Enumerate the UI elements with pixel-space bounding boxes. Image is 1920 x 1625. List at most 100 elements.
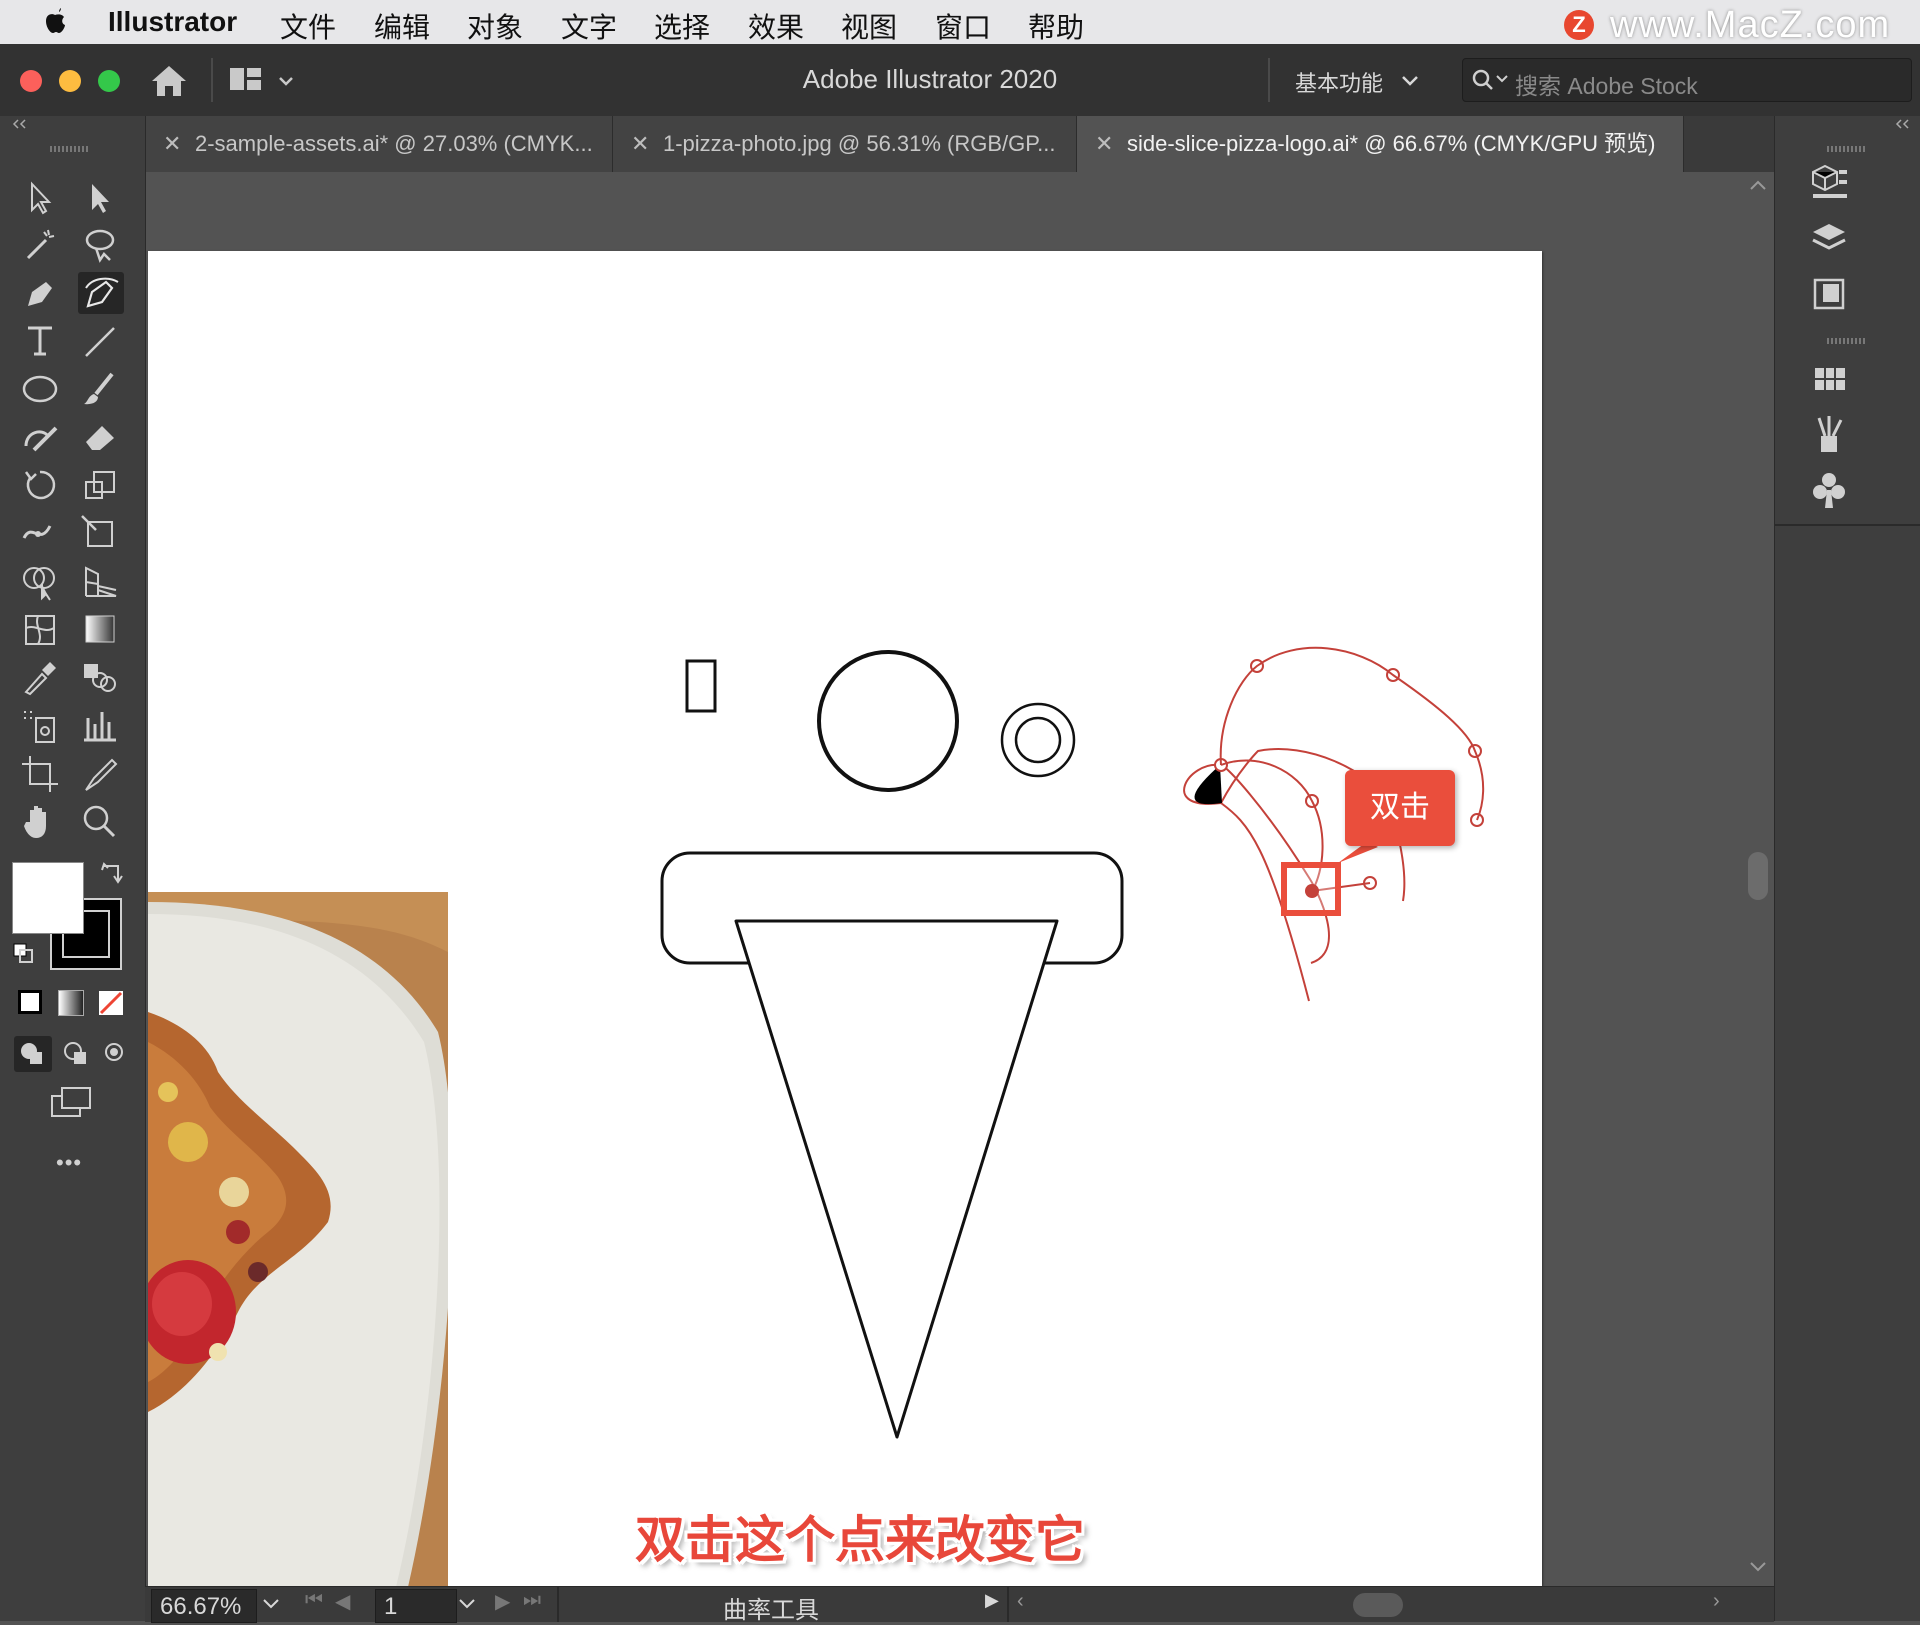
menu-type[interactable]: 文字 [561,6,617,46]
libraries-panel-button[interactable] [1805,272,1857,318]
panel-grip[interactable] [1827,146,1867,152]
ring-outer-shape[interactable] [1000,702,1076,778]
arrange-documents-icon[interactable] [228,64,294,96]
zoom-window-button[interactable] [98,70,120,92]
swap-fill-stroke-icon[interactable] [98,860,124,886]
slice-tool[interactable] [78,752,124,794]
horizontal-scroll-thumb[interactable] [1353,1593,1403,1617]
blend-tool[interactable] [78,656,124,698]
scroll-thumb[interactable] [1748,852,1768,900]
small-rectangle-shape[interactable] [685,659,717,713]
curvature-tool[interactable] [78,272,124,314]
minimize-window-button[interactable] [59,70,81,92]
perspective-grid-tool[interactable] [78,560,124,602]
menu-window[interactable]: 窗口 [935,6,991,46]
panel-grip[interactable] [1827,338,1867,344]
zoom-field[interactable]: 66.67% [151,1589,257,1623]
menubar-app-name[interactable]: Illustrator [108,6,237,38]
pizza-photo-image[interactable] [148,892,448,1587]
close-window-button[interactable] [20,70,42,92]
shaper-tool[interactable] [18,416,64,458]
layers-panel-button[interactable] [1805,216,1857,262]
tab-pizza-photo[interactable]: ✕ 1-pizza-photo.jpg @ 56.31% (RGB/GP... [613,116,1077,172]
pen-tool[interactable] [18,272,64,314]
circle-shape[interactable] [817,650,959,792]
edit-toolbar-button[interactable]: ••• [56,1150,82,1176]
line-segment-tool[interactable] [78,320,124,362]
scroll-down-icon[interactable] [1748,1560,1768,1574]
column-graph-tool[interactable] [78,704,124,746]
rotate-tool[interactable] [18,464,64,506]
current-tool-name[interactable]: 曲率工具 [723,1590,819,1625]
draw-normal-icon [21,1043,42,1064]
panel-grip[interactable] [50,146,90,152]
ring-inner-shape[interactable] [1014,716,1062,764]
menu-help[interactable]: 帮助 [1028,6,1084,46]
direct-selection-tool[interactable] [78,176,124,218]
zoom-tool[interactable] [78,800,124,842]
selected-anchor-point[interactable] [1305,884,1319,898]
none-icon[interactable] [98,990,124,1016]
collapse-panel-icon[interactable] [10,118,30,130]
screen-mode-icon[interactable] [48,1082,96,1122]
hand-tool[interactable] [18,800,64,842]
collapse-panel-icon[interactable] [1893,118,1913,130]
vertical-scrollbar[interactable] [1742,172,1774,1586]
eraser-tool[interactable] [78,416,124,458]
scale-tool[interactable] [78,464,124,506]
magic-wand-tool[interactable] [18,224,64,266]
gradient-button[interactable] [58,990,84,1016]
scroll-up-icon[interactable] [1748,178,1768,192]
symbol-sprayer-tool[interactable] [18,704,64,746]
tab-pizza-logo[interactable]: ✕ side-slice-pizza-logo.ai* @ 66.67% (CMY… [1077,116,1684,172]
menu-view[interactable]: 视图 [841,6,897,46]
type-tool[interactable] [18,320,64,362]
scroll-right-icon[interactable]: › [1713,1590,1720,1613]
status-menu-arrow-icon[interactable]: ▶ [985,1590,999,1611]
draw-behind-icon[interactable] [58,1036,96,1072]
menu-select[interactable]: 选择 [654,6,710,46]
close-icon[interactable]: ✕ [1095,116,1113,172]
ellipse-tool[interactable] [18,368,64,410]
next-artboard-icon[interactable]: ▶ [495,1589,510,1614]
paintbrush-tool[interactable] [78,368,124,410]
stock-search-input[interactable]: 搜索 Adobe Stock [1462,58,1912,102]
menu-edit[interactable]: 编辑 [374,6,430,46]
close-icon[interactable]: ✕ [163,116,181,172]
fill-swatch[interactable] [12,862,84,934]
shape-builder-tool[interactable] [18,560,64,602]
free-transform-tool[interactable] [78,512,124,554]
symbols-panel-button[interactable] [1805,468,1857,514]
swatches-panel-button[interactable] [1805,356,1857,402]
draw-normal-button[interactable] [14,1036,52,1072]
menu-file[interactable]: 文件 [280,6,336,46]
last-artboard-icon[interactable]: ⏭ [523,1589,541,1612]
home-icon[interactable] [150,64,188,98]
workspace-switcher[interactable]: 基本功能 [1295,66,1383,98]
menu-effect[interactable]: 效果 [748,6,804,46]
apple-icon[interactable] [44,8,66,34]
default-fill-stroke-icon[interactable] [12,942,36,966]
previous-artboard-icon[interactable]: ◀ [335,1589,350,1614]
pizza-slice-triangle-shape[interactable] [734,919,1059,1439]
draw-inside-icon[interactable] [98,1036,136,1072]
artboard-number-field[interactable]: 1 [375,1589,457,1623]
color-button[interactable] [18,990,42,1014]
mesh-tool[interactable] [18,608,64,650]
width-tool[interactable] [18,512,64,554]
scroll-left-icon[interactable]: ‹ [1017,1590,1024,1613]
properties-panel-button[interactable] [1805,160,1857,206]
chevron-down-icon[interactable] [1400,74,1420,88]
close-icon[interactable]: ✕ [631,116,649,172]
lasso-tool[interactable] [78,224,124,266]
chevron-down-icon[interactable] [261,1597,281,1611]
chevron-down-icon[interactable] [457,1597,477,1611]
gradient-tool[interactable] [78,608,124,650]
artboard-tool[interactable] [18,752,64,794]
tab-sample-assets[interactable]: ✕ 2-sample-assets.ai* @ 27.03% (CMYK... [145,116,613,172]
menu-object[interactable]: 对象 [467,6,523,46]
eyedropper-tool[interactable] [18,656,64,698]
first-artboard-icon[interactable]: ⏮ [305,1589,323,1612]
selection-tool[interactable] [18,176,64,218]
brushes-panel-button[interactable] [1805,412,1857,458]
